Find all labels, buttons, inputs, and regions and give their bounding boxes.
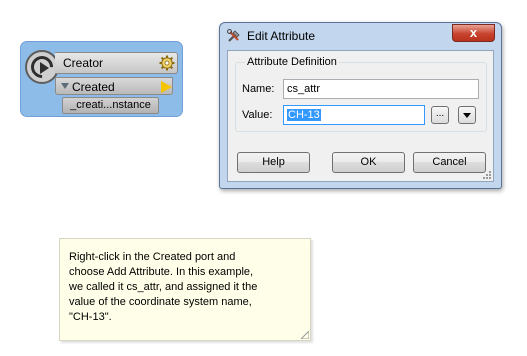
help-button[interactable]: Help — [237, 152, 310, 173]
dialog-body: Attribute Definition Name: cs_attr Value… — [227, 50, 494, 182]
note-text: Right-click in the Created port and choo… — [69, 251, 258, 323]
browse-button[interactable]: ... — [431, 106, 449, 124]
attribute-item[interactable]: _creati...nstance — [62, 97, 159, 114]
gear-icon[interactable] — [159, 55, 175, 71]
close-button[interactable]: x — [452, 24, 495, 42]
ellipsis-icon: ... — [435, 108, 445, 119]
port-label: Created — [72, 80, 115, 94]
value-field[interactable]: CH-13 — [283, 105, 425, 125]
transformer-header[interactable]: Creator — [55, 52, 178, 74]
tools-icon — [227, 29, 240, 42]
value-dropdown-button[interactable] — [458, 106, 476, 124]
name-field-value: cs_attr — [287, 83, 321, 95]
resize-grip-icon[interactable] — [482, 170, 492, 180]
collapse-triangle-icon[interactable] — [61, 83, 69, 89]
cancel-button[interactable]: Cancel — [413, 152, 486, 173]
resize-corner-icon[interactable] — [301, 331, 309, 339]
close-icon: x — [469, 25, 478, 40]
value-label: Value: — [242, 109, 273, 121]
dialog-title: Edit Attribute — [247, 29, 316, 43]
value-field-value: CH-13 — [287, 109, 321, 121]
created-output-port[interactable]: Created — [55, 77, 173, 95]
creator-transformer[interactable]: Creator Created _creati...nstance — [20, 41, 183, 117]
transformer-name: Creator — [63, 56, 104, 70]
edit-attribute-dialog: Edit Attribute x Attribute Definition Na… — [219, 22, 502, 189]
name-field[interactable]: cs_attr — [283, 79, 479, 99]
chevron-down-icon — [463, 113, 471, 118]
ok-button[interactable]: OK — [332, 152, 405, 173]
annotation-note[interactable]: Right-click in the Created port and choo… — [59, 238, 311, 341]
group-label: Attribute Definition — [245, 56, 339, 68]
output-port-arrow-icon[interactable] — [161, 81, 172, 93]
attribute-definition-group: Attribute Definition Name: cs_attr Value… — [235, 56, 487, 132]
dialog-titlebar[interactable]: Edit Attribute x — [220, 23, 501, 49]
creator-icon — [25, 50, 59, 84]
name-label: Name: — [242, 83, 275, 95]
